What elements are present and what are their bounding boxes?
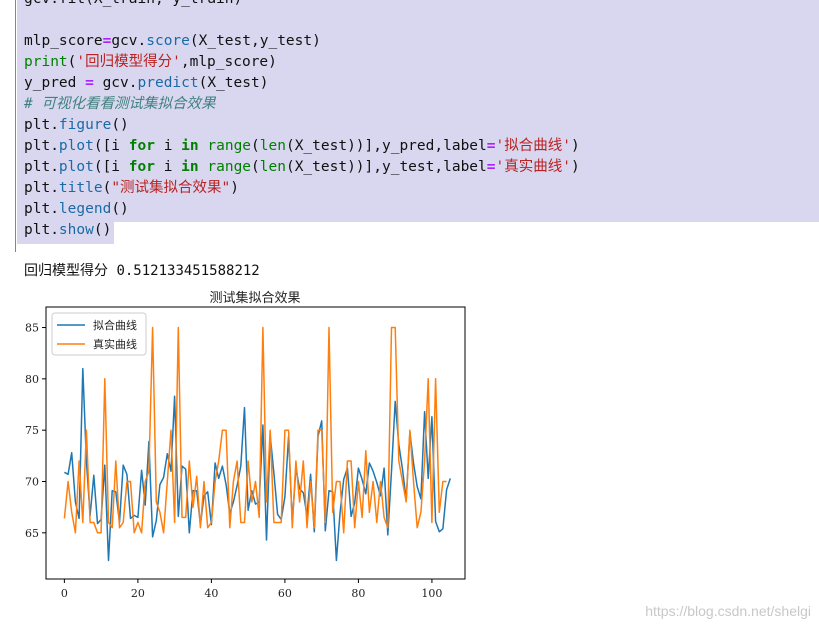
legend-box <box>51 312 147 356</box>
x-tick-label: 60 <box>278 587 292 600</box>
code-line: plt.title("测试集拟合效果") <box>24 180 240 196</box>
cell-output-text: 回归模型得分 0.512133451588212 <box>24 260 260 280</box>
output-label: 回归模型得分 <box>24 263 108 279</box>
code-comment: # 可视化看看测试集拟合效果 <box>24 96 216 112</box>
watermark: https://blog.csdn.net/shelgi <box>645 603 811 619</box>
series-line-pred <box>64 367 452 562</box>
code-line: y_pred = gcv.predict(X_test) <box>24 75 269 91</box>
chart-legend: 拟合曲线 真实曲线 <box>51 312 147 356</box>
plot-frame <box>45 306 466 580</box>
output-value: 0.512133451588212 <box>116 263 260 279</box>
x-tick-label: 20 <box>131 587 145 600</box>
y-tick-label: 70 <box>25 475 39 488</box>
chart-title: 测试集拟合效果 <box>209 290 300 306</box>
code-line: plt.plot([i for i in range(len(X_test))]… <box>24 138 580 154</box>
code-line: plt.plot([i for i in range(len(X_test))]… <box>24 159 580 175</box>
code-line: gcv.fit(X_train, y_train) <box>24 0 580 10</box>
legend-label-pred: 拟合曲线 <box>93 318 137 332</box>
x-tick-label: 80 <box>351 587 365 600</box>
y-tick-label: 85 <box>25 322 39 335</box>
code-line: print('回归模型得分',mlp_score) <box>24 54 277 70</box>
code-editor[interactable]: gcv.fit(X_train, y_train) mlp_score=gcv.s… <box>24 0 580 241</box>
y-tick-label: 65 <box>25 527 39 540</box>
x-tick-label: 0 <box>61 587 68 600</box>
x-tick-label: 40 <box>204 587 218 600</box>
legend-label-test: 真实曲线 <box>93 337 137 351</box>
code-line: plt.figure() <box>24 117 129 133</box>
y-tick-label: 80 <box>25 373 39 386</box>
series-line-test <box>63 326 447 534</box>
code-line: mlp_score=gcv.score(X_test,y_test) <box>24 33 321 49</box>
x-tick-label: 100 <box>421 587 442 600</box>
y-tick-label: 75 <box>25 424 39 437</box>
code-line: plt.legend() <box>24 201 129 217</box>
code-line: plt.show() <box>24 222 112 238</box>
